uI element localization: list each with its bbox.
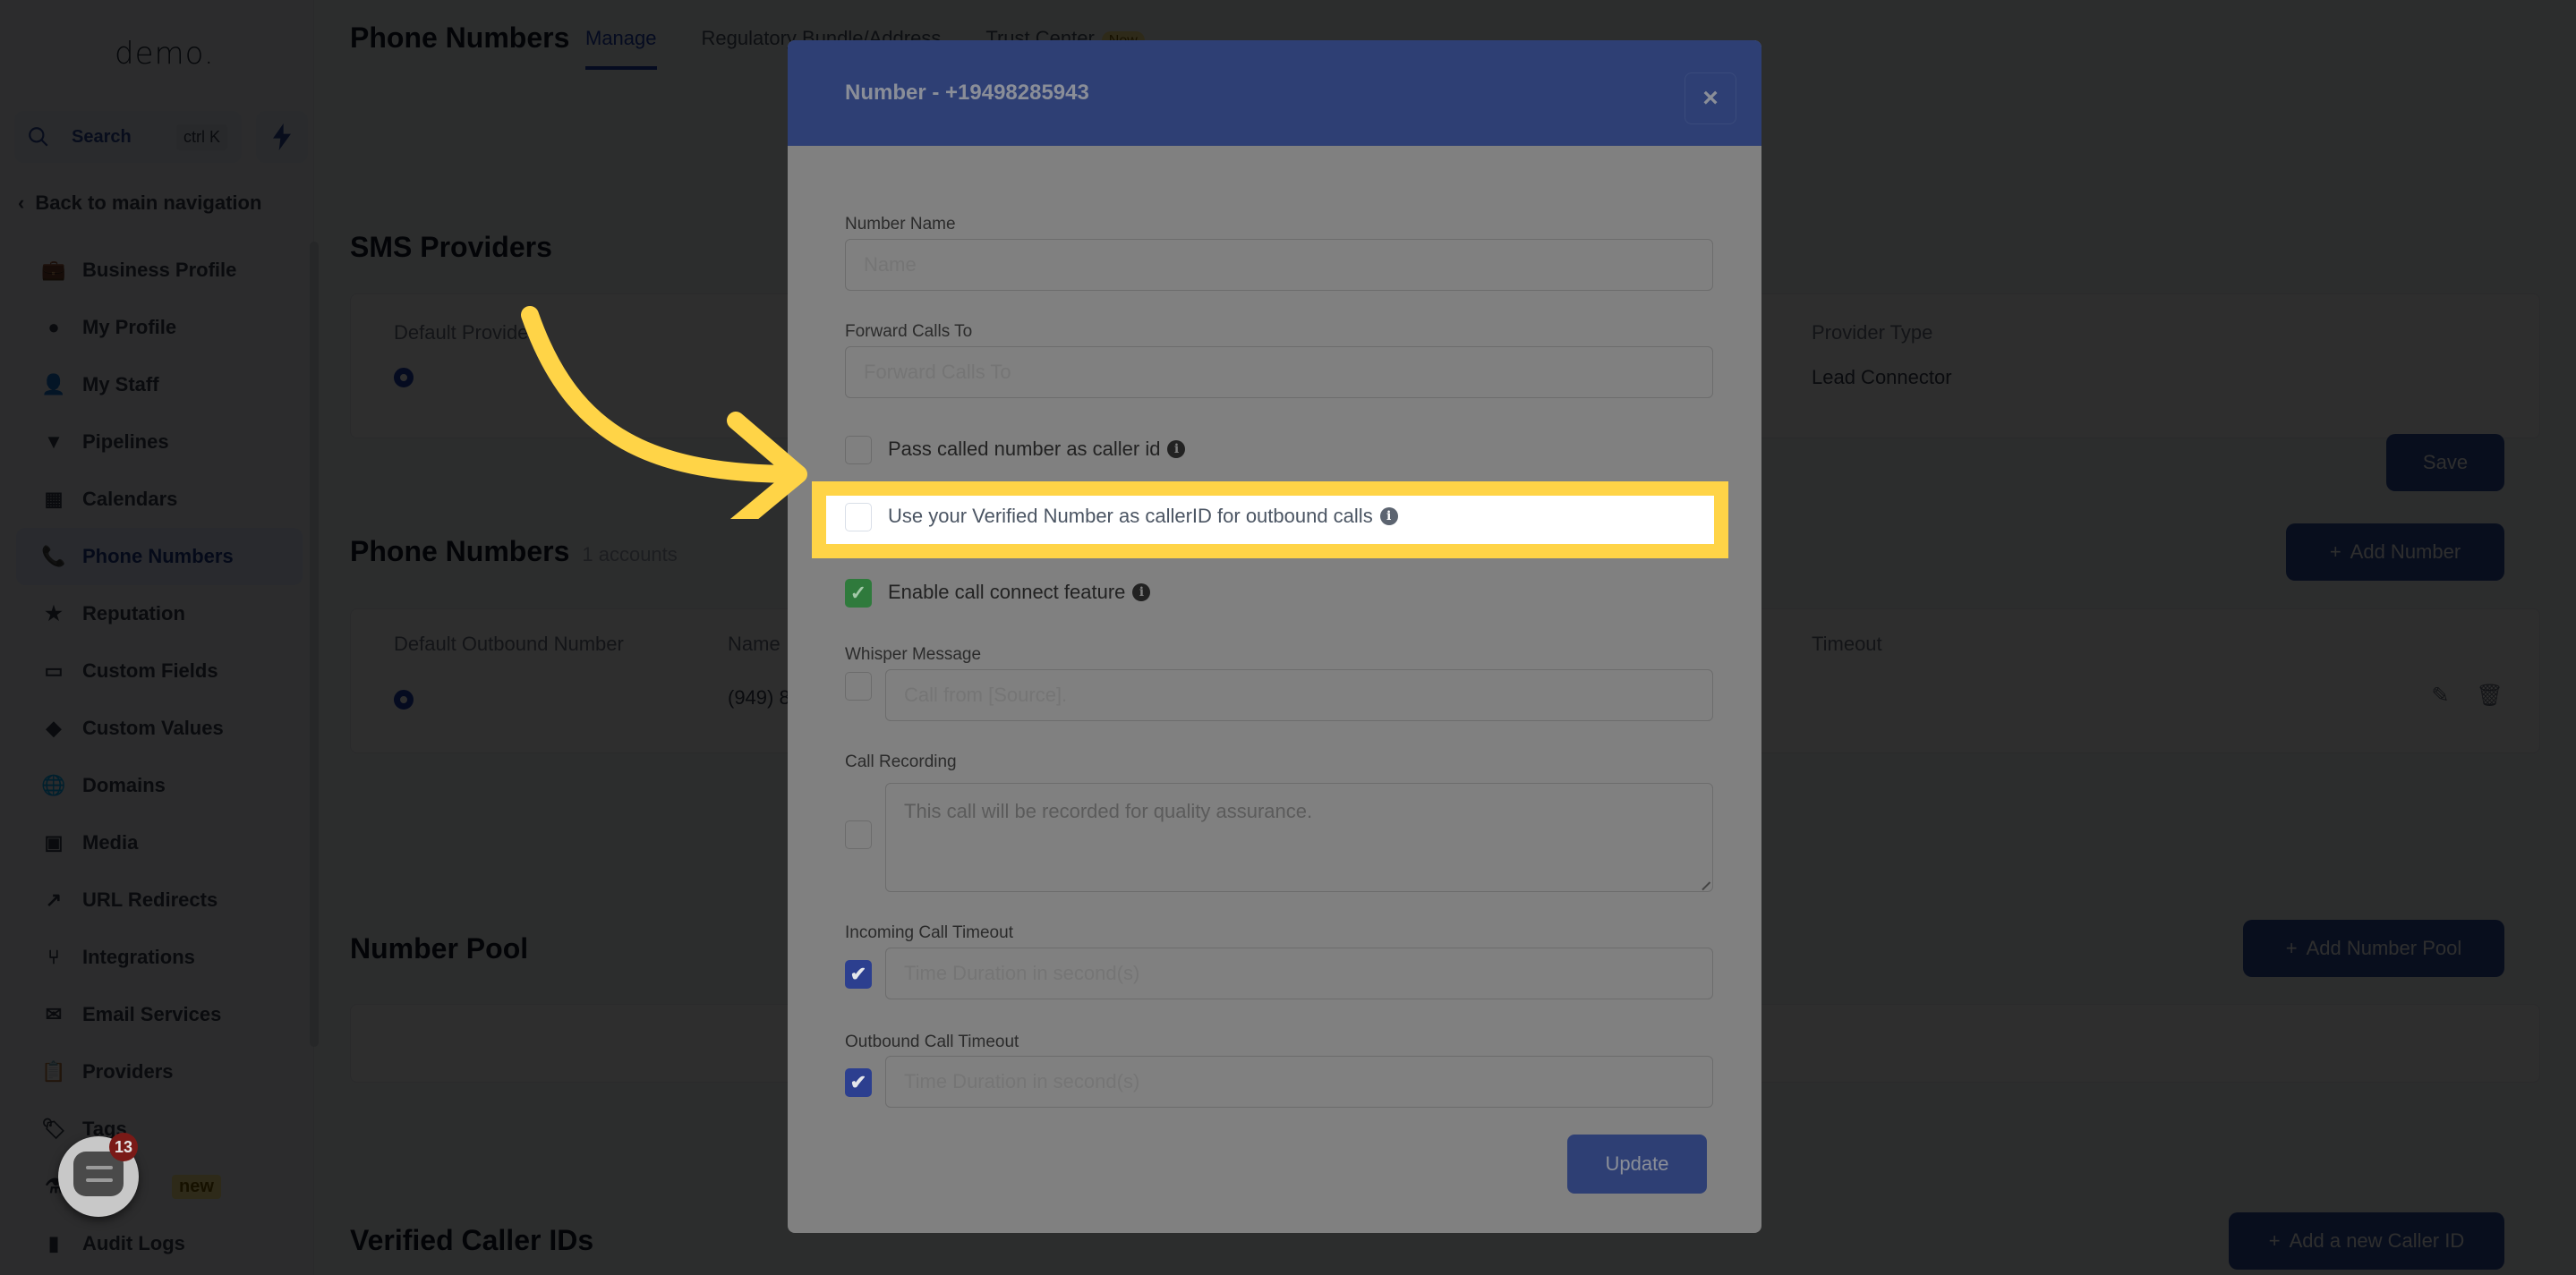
annotation-highlight: Use your Verified Number as callerID for… [812, 481, 1728, 558]
info-icon[interactable]: i [1132, 583, 1151, 601]
outbound-timeout-checkbox[interactable]: ✔ [845, 1068, 872, 1097]
resize-handle[interactable] [1693, 873, 1711, 891]
incoming-timeout-checkbox[interactable]: ✔ [845, 960, 872, 989]
call-recording-textarea[interactable]: This call will be recorded for quality a… [885, 783, 1713, 892]
use-verified-number-checkbox[interactable] [845, 503, 872, 531]
enable-call-connect-label: Enable call connect feature i [888, 581, 1151, 604]
annotation-arrow-icon [521, 306, 807, 519]
outbound-timeout-input[interactable] [885, 1056, 1713, 1108]
incoming-timeout-label: Incoming Call Timeout [845, 923, 1013, 942]
update-button[interactable]: Update [1567, 1135, 1707, 1194]
checkbox-label-text: Use your Verified Number as callerID for… [888, 505, 1373, 527]
info-icon[interactable]: i [1167, 440, 1186, 458]
enable-call-connect-checkbox[interactable]: ✓ [845, 579, 872, 608]
whisper-message-checkbox[interactable] [845, 672, 872, 701]
call-recording-label: Call Recording [845, 752, 957, 771]
forward-calls-label: Forward Calls To [845, 322, 973, 341]
pass-called-number-label: Pass called number as caller id i [888, 438, 1186, 461]
close-icon: × [1702, 83, 1719, 113]
checkbox-label-text: Enable call connect feature [888, 581, 1126, 603]
whisper-message-input[interactable] [885, 669, 1713, 721]
call-recording-checkbox[interactable] [845, 820, 872, 849]
whisper-message-label: Whisper Message [845, 645, 982, 664]
number-name-input[interactable] [845, 239, 1713, 291]
notification-badge: 13 [109, 1133, 138, 1161]
info-icon[interactable]: i [1379, 507, 1398, 525]
forward-calls-input[interactable] [845, 346, 1713, 398]
close-button[interactable]: × [1685, 72, 1736, 124]
use-verified-number-label: Use your Verified Number as callerID for… [888, 505, 1398, 528]
modal-title: Number - +19498285943 [845, 81, 1089, 105]
outbound-timeout-label: Outbound Call Timeout [845, 1033, 1019, 1051]
modal-header: Number - +19498285943 × [788, 40, 1761, 146]
textarea-placeholder: This call will be recorded for quality a… [904, 800, 1313, 822]
number-name-label: Number Name [845, 215, 956, 234]
incoming-timeout-input[interactable] [885, 948, 1713, 999]
pass-called-number-checkbox[interactable] [845, 436, 872, 464]
edit-number-modal: Number - +19498285943 × Number Name Forw… [788, 40, 1761, 1233]
checkbox-label-text: Pass called number as caller id [888, 438, 1161, 460]
chat-widget-button[interactable]: 13 [58, 1133, 139, 1217]
